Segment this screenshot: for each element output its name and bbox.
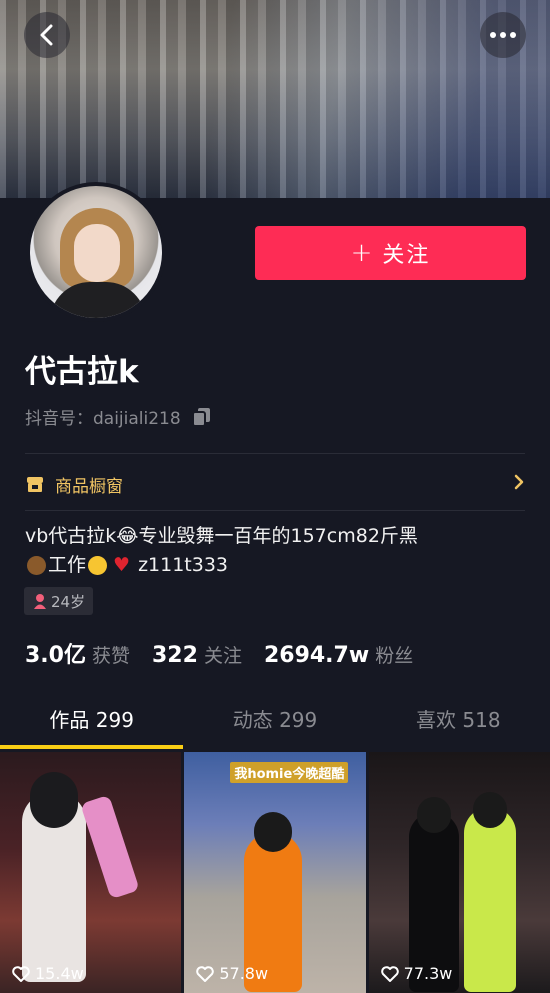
douyin-id: 抖音号：daijiali218 [25,409,181,429]
video-grid: 15.4w 我homie今晚超酷 57.8w 77.3w [0,752,550,993]
more-icon [490,32,516,38]
video-likes-count: 57.8w [219,964,269,983]
stat-following[interactable]: 322 关注 [152,641,242,668]
monkey-emoji-icon [27,556,46,575]
stat-fans-label: 粉丝 [375,645,414,667]
copy-icon[interactable] [191,406,213,428]
stat-following-label: 关注 [203,645,242,667]
follow-button[interactable]: + 关注 [255,226,526,280]
more-button[interactable] [480,12,526,58]
video-likes-count: 77.3w [403,964,453,983]
bio: vb代古拉k😂专业毁舞一百年的157cm82斤黑 工作 ♥ z111t333 [25,522,525,580]
heart-emoji-icon: ♥ [113,554,131,576]
divider [25,453,525,454]
video-thumbnail[interactable]: 77.3w [368,752,550,993]
age-tag: 24岁 [24,587,94,615]
avatar-photo [30,186,162,318]
profile-name: 代古拉k [25,354,139,390]
chevron-right-icon [514,474,524,490]
shop-window-label: 商品橱窗 [55,476,123,497]
stat-following-number: 322 [152,643,198,668]
stat-likes-label: 获赞 [91,645,130,667]
back-arrow-icon [40,24,53,46]
tab-dynamics[interactable]: 动态 299 [183,700,366,750]
video-likes: 77.3w [380,964,453,983]
heart-icon [12,965,30,982]
heart-icon [196,965,215,982]
video-thumbnail[interactable]: 15.4w [0,752,182,993]
stat-likes: 3.0亿 获赞 [25,637,130,669]
bio-line-2: 工作 ♥ z111t333 [25,551,525,580]
divider [25,510,525,511]
video-likes: 15.4w [12,964,84,983]
smile-emoji-icon [88,556,108,575]
tab-likes[interactable]: 喜欢 518 [367,700,550,750]
avatar[interactable] [26,182,166,322]
age-label: 24岁 [51,592,86,611]
content-tabs: 作品 299 动态 299 喜欢 518 [0,700,550,750]
douyin-id-row: 抖音号：daijiali218 [25,404,213,429]
video-likes-count: 15.4w [35,964,84,983]
stats-row: 3.0亿 获赞 322 关注 2694.7w 粉丝 [25,637,435,669]
bio-work-text: 工作 [48,554,87,576]
bio-line-1: vb代古拉k😂专业毁舞一百年的157cm82斤黑 [25,525,418,547]
stat-fans-number: 2694.7w [263,643,370,668]
cover-image [0,0,550,198]
video-caption: 我homie今晚超酷 [230,762,349,783]
gender-female-icon [34,594,46,609]
shop-window-row[interactable]: 商品橱窗 [25,470,525,498]
tab-works[interactable]: 作品 299 [0,700,183,750]
video-likes: 57.8w [196,964,268,983]
back-button[interactable] [24,12,70,58]
follow-label: 关注 [382,243,431,268]
video-thumbnail[interactable]: 我homie今晚超酷 57.8w [184,752,366,993]
stat-fans[interactable]: 2694.7w 粉丝 [264,641,413,668]
shop-icon [27,477,43,492]
stat-likes-number: 3.0亿 [25,643,86,668]
heart-icon [380,965,399,982]
bio-contact-id: z111t333 [138,554,229,576]
plus-icon: + [350,238,375,268]
tab-indicator [0,745,183,749]
